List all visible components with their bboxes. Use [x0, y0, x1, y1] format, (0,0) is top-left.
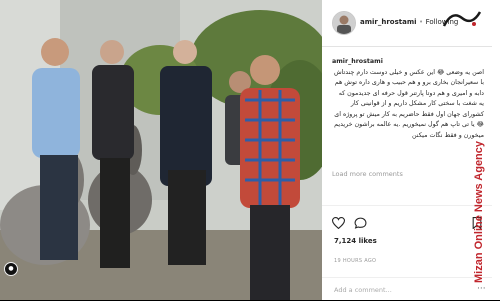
- photo-scene: [0, 0, 322, 300]
- header-username[interactable]: amir_hrostami: [360, 18, 417, 26]
- caption-username[interactable]: amir_hrostami: [332, 58, 383, 65]
- svg-text:Mizan Online News Agency: Mizan Online News Agency: [473, 140, 485, 283]
- avatar[interactable]: [332, 11, 356, 35]
- header-separator: •: [418, 18, 424, 26]
- post-image[interactable]: ●: [0, 0, 322, 300]
- likes-count[interactable]: 7,124 likes: [334, 237, 377, 245]
- heart-icon[interactable]: [331, 214, 346, 233]
- watermark-site: Mizan Online News Agency: [473, 140, 485, 283]
- comment-icon[interactable]: [354, 214, 367, 233]
- user-tag-icon[interactable]: ●: [4, 262, 18, 276]
- watermark: Mizan Online News Agency: [460, 18, 500, 288]
- post-date: 19 HOURS AGO: [334, 258, 377, 264]
- comment-input[interactable]: Add a comment...: [334, 286, 392, 294]
- avatar-image: [333, 12, 355, 34]
- watermark-text: Mizan Online News Agency: [473, 140, 485, 283]
- load-more-comments[interactable]: Load more comments: [332, 170, 403, 178]
